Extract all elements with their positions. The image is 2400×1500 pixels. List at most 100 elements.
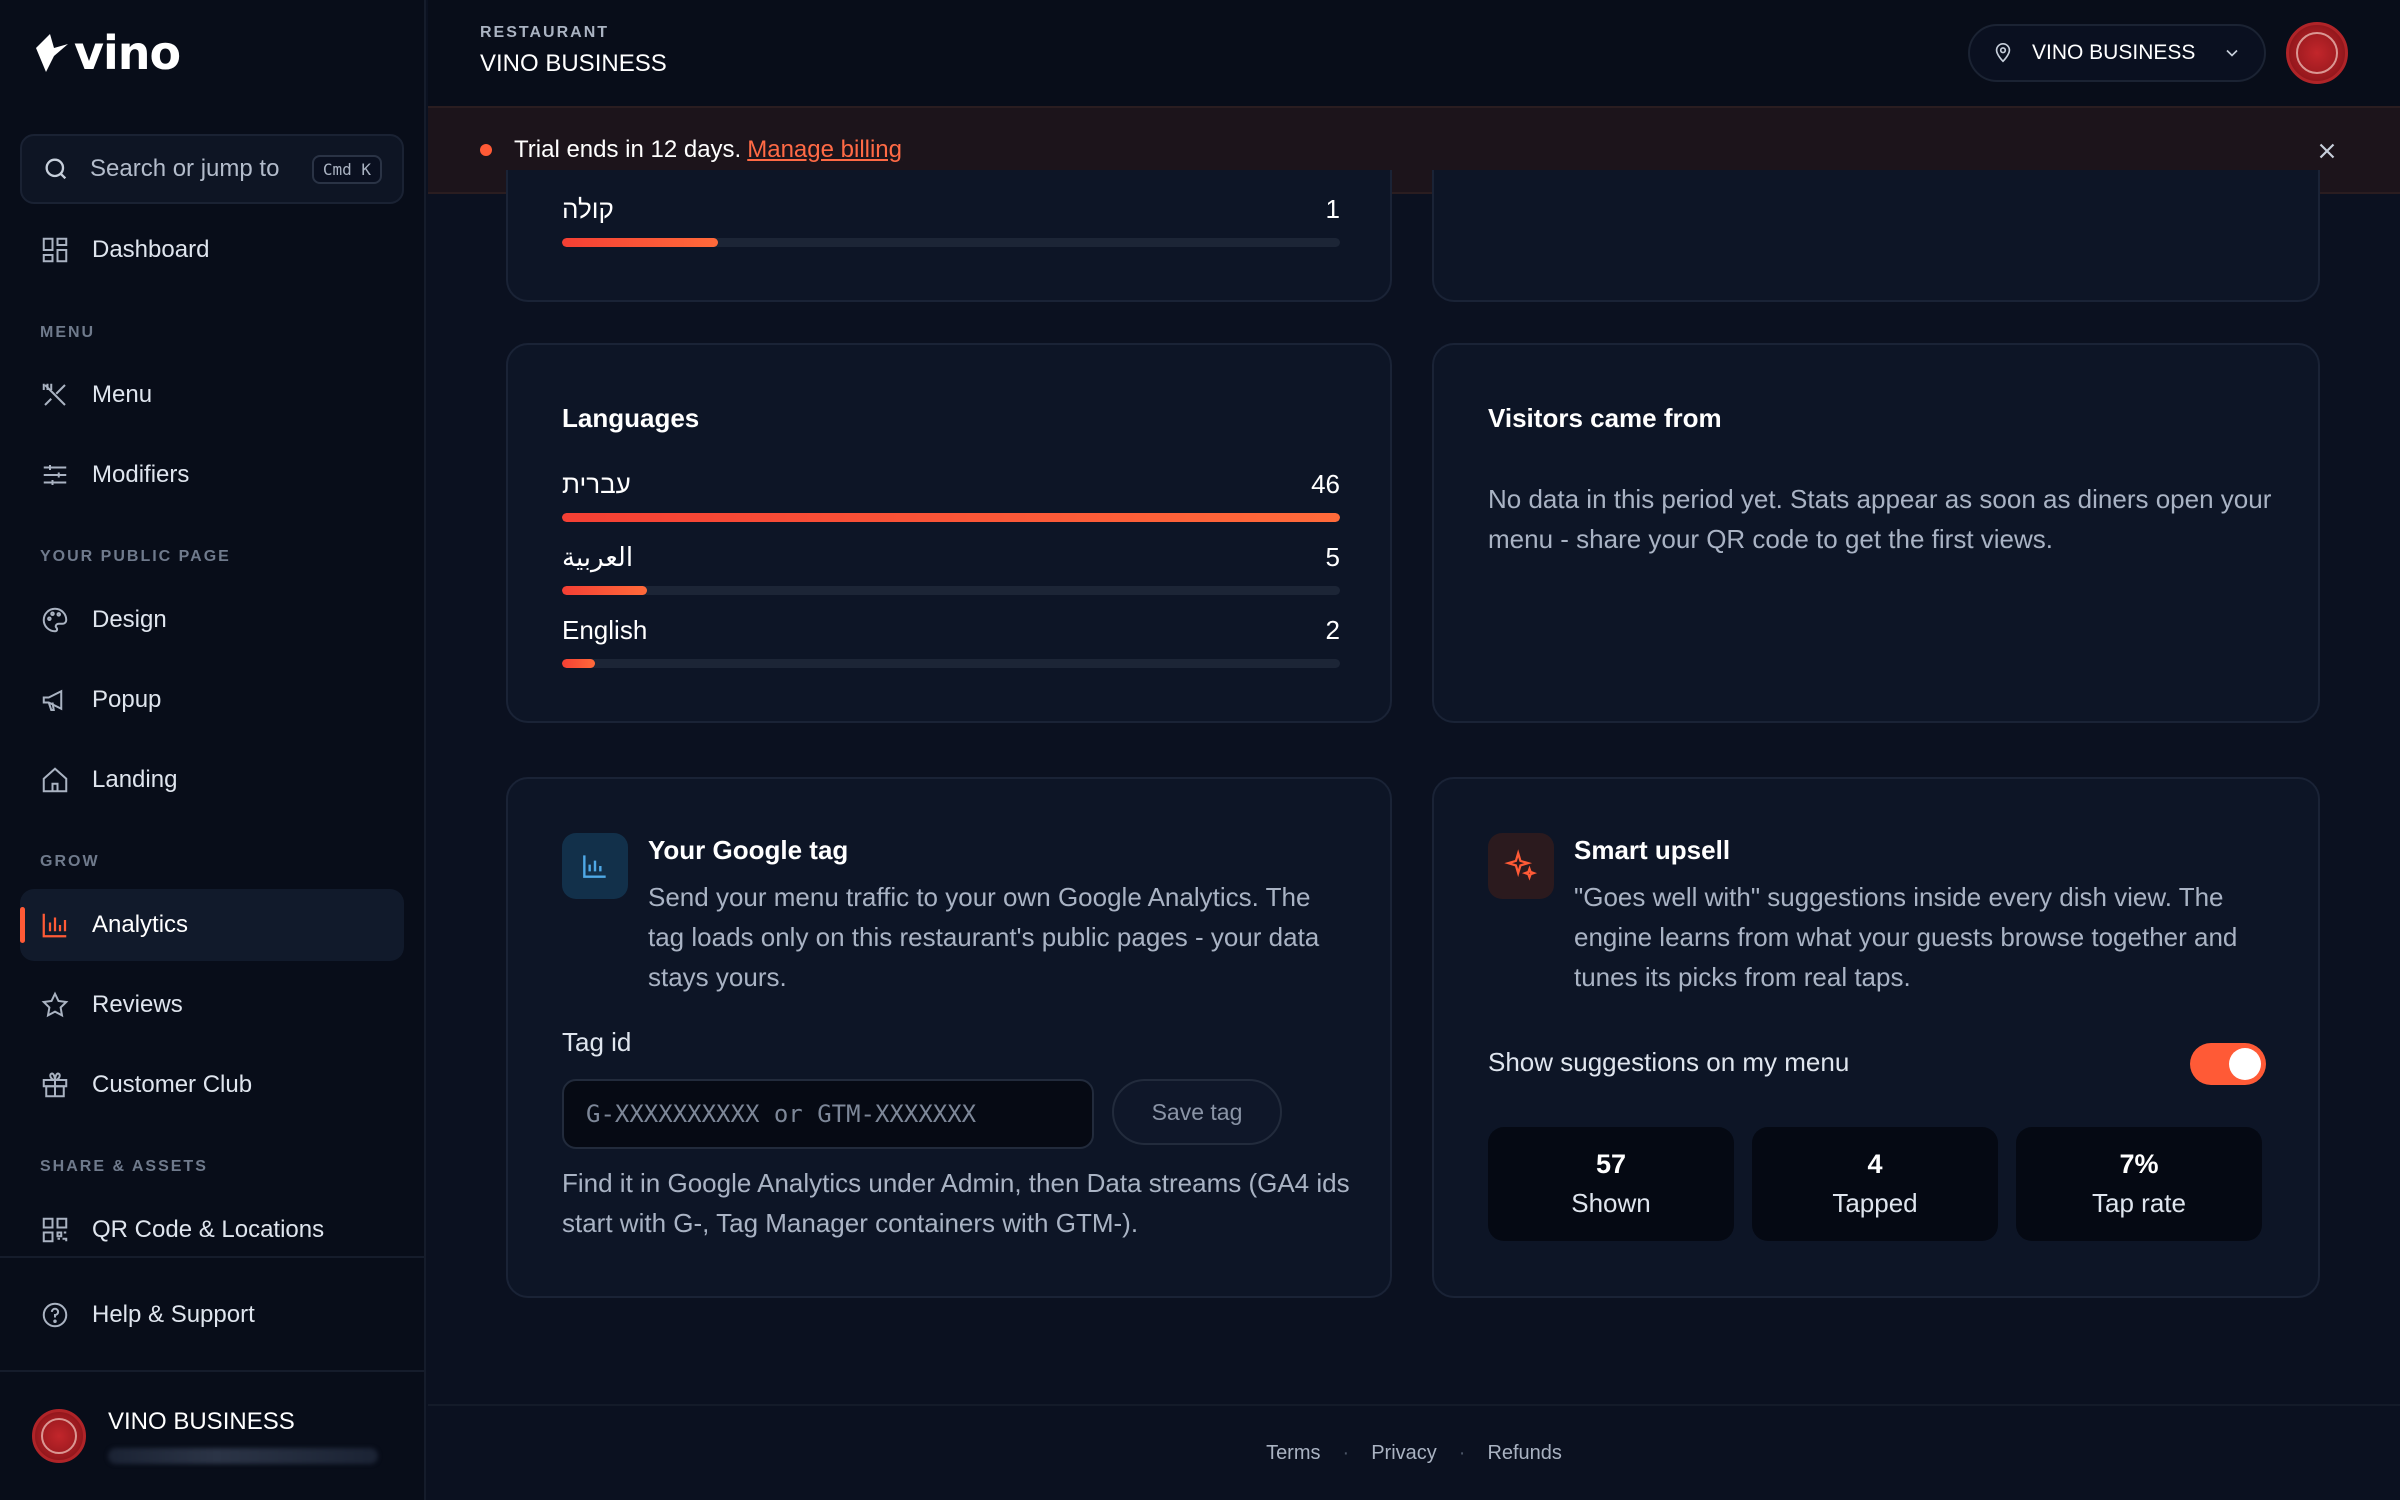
sidebar-item-design[interactable]: Design: [20, 584, 404, 656]
nav-section-public-page: YOUR PUBLIC PAGE: [40, 548, 231, 565]
sidebar-item-reviews[interactable]: Reviews: [20, 969, 404, 1041]
utensils-icon: [42, 383, 66, 406]
bar-label: English: [562, 615, 648, 645]
suggestions-toggle[interactable]: [2190, 1043, 2266, 1085]
top-right-card: [1432, 170, 2320, 302]
footer-separator: ·: [1458, 1441, 1466, 1464]
languages-card: Languages עברית 46 العربية 5 English 2: [506, 343, 1392, 723]
tag-id-input[interactable]: G-XXXXXXXXXX or GTM-XXXXXXX: [562, 1079, 1094, 1149]
stat-value: 57: [1595, 1149, 1627, 1179]
nav-section-share-assets: SHARE & ASSETS: [40, 1158, 208, 1175]
sidebar-item-modifiers[interactable]: Modifiers: [20, 439, 404, 511]
restaurant-name: VINO BUSINESS: [480, 50, 667, 77]
stat-value: 4: [1867, 1149, 1883, 1179]
bar-fill: [562, 659, 596, 668]
location-select[interactable]: VINO BUSINESS: [1968, 24, 2266, 82]
bar-value: 2: [1325, 615, 1340, 645]
google-tag-card: Your Google tag Send your menu traffic t…: [506, 777, 1392, 1298]
footer-privacy-link[interactable]: Privacy: [1371, 1442, 1437, 1465]
smart-upsell-card: Smart upsell "Goes well with" suggestion…: [1432, 777, 2320, 1298]
nav-section-menu: MENU: [40, 324, 96, 341]
card-title: Your Google tag: [648, 835, 849, 865]
tag-id-label: Tag id: [562, 1027, 632, 1057]
account-avatar[interactable]: [2286, 22, 2348, 84]
chevron-down-icon: [2226, 49, 2238, 57]
card-title: Smart upsell: [1574, 835, 1731, 865]
sidebar-item-label: Menu: [92, 381, 153, 408]
sidebar-item-label: Reviews: [92, 991, 183, 1018]
top-bar: RESTAURANT VINO BUSINESS VINO BUSINESS: [428, 0, 2400, 106]
sidebar-item-label: QR Code & Locations: [92, 1216, 325, 1243]
sparkle-icon: [1504, 849, 1538, 881]
sidebar-item-label: Dashboard: [92, 236, 210, 263]
sidebar-item-analytics[interactable]: Analytics: [20, 889, 404, 961]
user-profile[interactable]: VINO BUSINESS: [32, 1408, 378, 1464]
sidebar-item-label: Help & Support: [92, 1301, 255, 1328]
sidebar-item-customer-club[interactable]: Customer Club: [20, 1049, 404, 1121]
sidebar-divider: [0, 1256, 426, 1258]
star-icon: [41, 991, 69, 1018]
banner-text: Trial ends in 12 days.: [514, 136, 742, 163]
visitors-card: Visitors came from No data in this perio…: [1432, 343, 2320, 723]
tag-help-text: Find it in Google Analytics under Admin,…: [562, 1168, 1350, 1238]
bar-fill: [562, 586, 647, 595]
bar-chart-icon: [583, 855, 606, 878]
analytics-icon-box: [562, 833, 628, 899]
stat-label: Tap rate: [2092, 1188, 2186, 1218]
card-title: Visitors came from: [1488, 403, 1722, 433]
top-items-card: קולה 1: [506, 170, 1392, 302]
sidebar-item-label: Modifiers: [92, 461, 190, 488]
sidebar-divider: [0, 1370, 426, 1372]
qr-code-icon: [42, 1217, 68, 1243]
sidebar-item-dashboard[interactable]: Dashboard: [20, 214, 404, 286]
footer: Terms · Privacy · Refunds: [428, 1404, 2400, 1500]
gift-icon: [42, 1072, 68, 1098]
stat-value: 7%: [2119, 1149, 2159, 1179]
search-box[interactable]: Search or jump to Cmd K: [20, 134, 404, 204]
bar-value: 46: [1311, 469, 1340, 499]
search-icon: [45, 158, 67, 180]
stat-label: Shown: [1571, 1188, 1651, 1218]
sidebar-item-menu[interactable]: Menu: [20, 359, 404, 431]
sidebar-item-help[interactable]: Help & Support: [20, 1279, 404, 1351]
vino-logo-icon: [36, 34, 68, 72]
sidebar-item-popup[interactable]: Popup: [20, 664, 404, 736]
bar-label: עברית: [562, 469, 631, 499]
bar-fill: [562, 513, 1340, 522]
sidebar-item-landing[interactable]: Landing: [20, 744, 404, 816]
close-icon[interactable]: [2314, 138, 2340, 164]
restaurant-label: RESTAURANT: [480, 24, 610, 41]
app-logo[interactable]: vino: [32, 26, 181, 80]
sliders-icon: [43, 465, 67, 485]
stat-shown: 57 Shown: [1488, 1127, 1734, 1241]
card-title: Languages: [562, 403, 700, 433]
search-placeholder: Search or jump to: [90, 155, 280, 182]
palette-icon: [42, 607, 68, 633]
location-select-value: VINO BUSINESS: [2032, 41, 2196, 64]
footer-terms-link[interactable]: Terms: [1266, 1442, 1320, 1465]
manage-billing-link[interactable]: Manage billing: [747, 136, 902, 164]
user-name: VINO BUSINESS: [108, 1408, 295, 1435]
bar-row: العربية 5: [562, 542, 1340, 595]
card-description: Send your menu traffic to your own Googl…: [648, 882, 1320, 992]
sidebar-item-label: Landing: [92, 766, 178, 793]
nav-section-grow: GROW: [40, 853, 100, 870]
bar-row: עברית 46: [562, 469, 1340, 522]
bar-value: 5: [1325, 542, 1340, 572]
save-tag-button[interactable]: Save tag: [1112, 1079, 1282, 1145]
bar-row: English 2: [562, 615, 1340, 668]
footer-separator: ·: [1342, 1441, 1350, 1464]
footer-refunds-link[interactable]: Refunds: [1487, 1442, 1562, 1465]
help-icon: [42, 1302, 68, 1328]
avatar: [32, 1409, 86, 1463]
sparkle-icon-box: [1488, 833, 1554, 899]
stat-tap-rate: 7% Tap rate: [2016, 1127, 2262, 1241]
bar-fill: [562, 238, 718, 247]
stat-tapped: 4 Tapped: [1752, 1127, 1998, 1241]
toggle-label: Show suggestions on my menu: [1488, 1047, 1850, 1077]
home-icon: [42, 767, 68, 793]
bar-label: קולה: [562, 194, 614, 224]
bar-value: 1: [1325, 194, 1340, 224]
sidebar-item-label: Design: [92, 606, 167, 633]
sidebar: vino Search or jump to Cmd K Dashboard M…: [0, 0, 426, 1500]
